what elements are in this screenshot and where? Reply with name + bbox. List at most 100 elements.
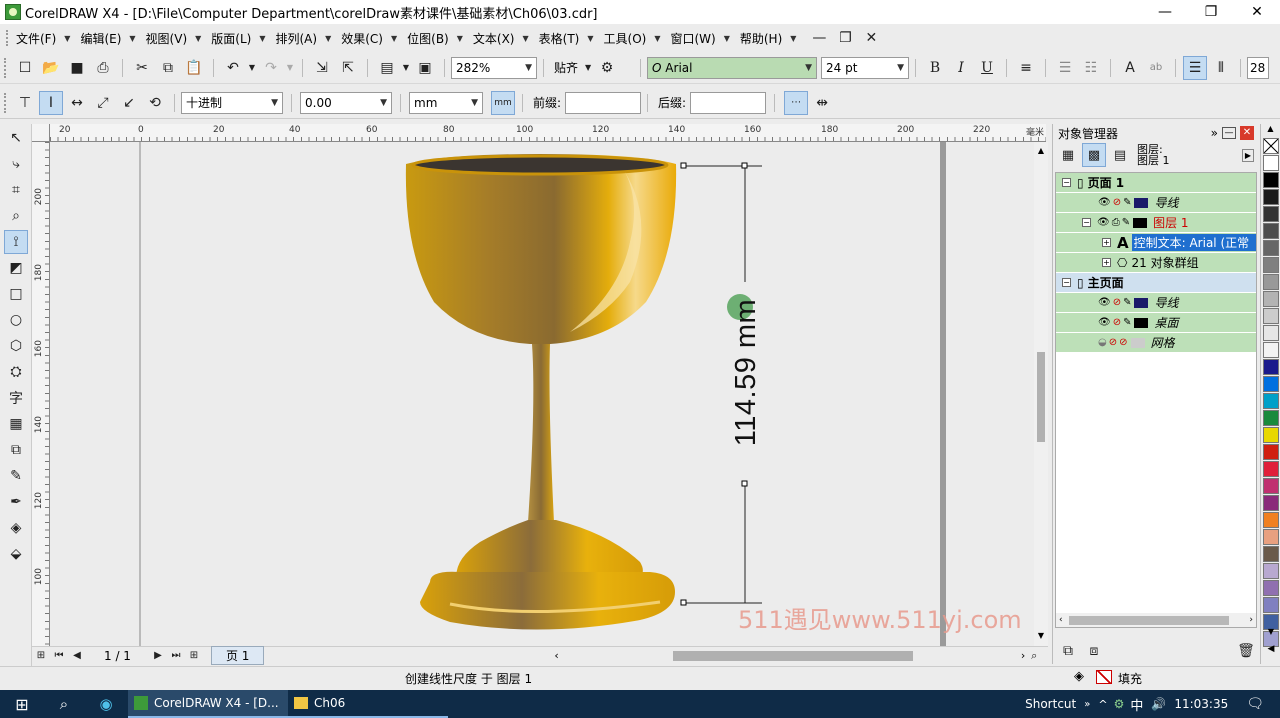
new-master-layer-icon[interactable]: ⧈: [1082, 639, 1106, 663]
cut-icon[interactable]: ✂: [130, 56, 154, 80]
menu-layout[interactable]: 版面(L) ▼: [211, 30, 265, 47]
polygon-tool-icon[interactable]: ⬡: [4, 334, 28, 358]
bold-button[interactable]: B: [923, 56, 947, 80]
taskbar-folder[interactable]: Ch06: [288, 690, 448, 718]
launcher-dropdown-icon[interactable]: ▼: [401, 56, 411, 80]
underline-button[interactable]: U: [975, 56, 999, 80]
undo-icon[interactable]: ↶: [221, 56, 245, 80]
hscroll-thumb[interactable]: [672, 650, 913, 661]
print-disabled-icon[interactable]: ⊘: [1109, 337, 1117, 348]
tree-guides[interactable]: 👁 ⊘ ✎ 导线: [1056, 193, 1256, 212]
italic-button[interactable]: I: [949, 56, 973, 80]
palette-swatch[interactable]: [1263, 240, 1279, 256]
edit-pen-icon[interactable]: ✎: [1123, 297, 1131, 308]
options-icon[interactable]: ⚙: [595, 56, 619, 80]
drawing-canvas[interactable]: 114.59 mm 511遇见www.511yj.com: [50, 142, 1034, 646]
edit-disabled-icon[interactable]: ⊘: [1119, 337, 1127, 348]
crop-tool-icon[interactable]: ⌗: [4, 178, 28, 202]
tray-app-icon[interactable]: ⚙: [1114, 697, 1125, 711]
shape-tool-icon[interactable]: ⤷: [4, 152, 28, 176]
printer-icon[interactable]: ⎙: [1112, 217, 1120, 228]
edit-pen-icon[interactable]: ✎: [1122, 217, 1130, 228]
docker-menu-icon[interactable]: ▶: [1241, 148, 1254, 162]
interactive-blend-icon[interactable]: ⧉: [4, 438, 28, 462]
palette-swatch[interactable]: [1263, 495, 1279, 511]
redo-icon[interactable]: ↷: [259, 56, 283, 80]
vertical-ruler[interactable]: 200 180 160 140 120 100: [32, 142, 50, 646]
dynamic-dimension-icon[interactable]: ⋯: [784, 90, 809, 115]
copy-icon[interactable]: ⧉: [156, 56, 180, 80]
doc-restore-button[interactable]: ❐: [833, 26, 857, 50]
ruler-origin[interactable]: [32, 124, 50, 142]
palette-swatch[interactable]: [1263, 512, 1279, 528]
dimension-style-select[interactable]: 十进制 ▼: [181, 91, 283, 114]
palette-swatch[interactable]: [1263, 155, 1279, 171]
scroll-down-icon[interactable]: ▼: [1034, 631, 1048, 640]
edit-across-layers-icon[interactable]: ▩: [1082, 143, 1106, 167]
palette-swatch[interactable]: [1263, 308, 1279, 324]
clock-time[interactable]: 11:03:35: [1174, 697, 1228, 711]
welcome-screen-icon[interactable]: ▣: [413, 56, 437, 80]
delete-layer-icon[interactable]: 🗑: [1234, 639, 1258, 663]
tree-page1[interactable]: − ▯ 页面 1: [1056, 173, 1256, 192]
notifications-icon[interactable]: 🗨: [1246, 696, 1264, 712]
palette-swatch[interactable]: [1263, 529, 1279, 545]
vertical-scrollbar[interactable]: ▲ ▼: [1034, 142, 1048, 646]
print-icon[interactable]: ⎙: [91, 56, 115, 80]
palette-swatch[interactable]: [1263, 478, 1279, 494]
zoom-tool-icon[interactable]: ⌕: [4, 204, 28, 228]
navigator-zoom-icon[interactable]: ⌕: [1026, 644, 1042, 668]
print-disabled-icon[interactable]: ⊘: [1113, 197, 1121, 208]
palette-swatch[interactable]: [1263, 563, 1279, 579]
scroll-thumb[interactable]: [1037, 352, 1045, 442]
tree-grid[interactable]: ◒ ⊘ ⊘ 网格: [1056, 333, 1256, 352]
menu-edit[interactable]: 编辑(E) ▼: [80, 30, 135, 47]
docker-minimize-icon[interactable]: —: [1222, 127, 1236, 139]
layer-manager-view-icon[interactable]: ▤: [1108, 143, 1132, 167]
new-layer-icon[interactable]: ⧉: [1056, 639, 1080, 663]
suffix-input[interactable]: [690, 91, 767, 114]
text-tool-icon[interactable]: 字: [4, 386, 28, 410]
tree-desktop[interactable]: 👁 ⊘ ✎ 桌面: [1056, 313, 1256, 332]
show-properties-icon[interactable]: ▦: [1056, 143, 1080, 167]
print-disabled-icon[interactable]: ⊘: [1113, 317, 1121, 328]
menu-tools[interactable]: 工具(O) ▼: [604, 30, 661, 47]
angular-dimension-icon[interactable]: ⟲: [143, 91, 167, 115]
eyedropper-icon[interactable]: ✎: [4, 464, 28, 488]
show-units-icon[interactable]: mm: [491, 90, 515, 115]
tree-master-page[interactable]: − ▯ 主页面: [1056, 273, 1256, 292]
table-tool-icon[interactable]: ▦: [4, 412, 28, 436]
toolbar-expand-icon[interactable]: »: [1084, 699, 1090, 710]
palette-swatch[interactable]: [1263, 189, 1279, 205]
drop-cap-icon[interactable]: ☷: [1079, 56, 1103, 80]
visibility-eye-icon[interactable]: 👁: [1098, 317, 1111, 328]
vertical-dimension-icon[interactable]: I: [39, 90, 63, 115]
palette-swatch[interactable]: [1263, 376, 1279, 392]
font-size-select[interactable]: 24 pt ▼: [821, 56, 910, 79]
maximize-button[interactable]: ❐: [1188, 0, 1234, 24]
snap-to-menu[interactable]: 贴齐: [554, 59, 578, 76]
character-formatting-icon[interactable]: A: [1118, 56, 1142, 80]
dimension-tool-icon[interactable]: ⟟: [4, 230, 28, 254]
export-icon[interactable]: ⇱: [336, 56, 360, 80]
application-launcher-icon[interactable]: ▤: [375, 56, 399, 80]
doc-minimize-button[interactable]: —: [807, 26, 831, 50]
palette-scroll-up-icon[interactable]: ▲: [1261, 124, 1280, 138]
palette-swatch[interactable]: [1263, 393, 1279, 409]
search-icon[interactable]: ⌕: [44, 695, 84, 713]
palette-swatch[interactable]: [1263, 325, 1279, 341]
font-list-select[interactable]: O Arial ▼: [647, 56, 818, 79]
tree-hscrollbar[interactable]: ‹ ›: [1056, 613, 1256, 627]
docker-close-icon[interactable]: ✕: [1240, 126, 1254, 140]
prev-page-icon[interactable]: ◀: [69, 644, 85, 668]
edit-pen-icon[interactable]: ✎: [1123, 317, 1131, 328]
tree-layer1[interactable]: − 👁 ⎙ ✎ 图层 1: [1056, 213, 1256, 232]
fill-none-swatch[interactable]: [1096, 670, 1112, 684]
volume-icon[interactable]: 🔊: [1151, 697, 1166, 711]
visibility-eye-icon[interactable]: 👁: [1098, 197, 1111, 208]
taskbar-coreldraw[interactable]: CorelDRAW X4 - [D...: [128, 690, 288, 718]
scroll-right-icon[interactable]: ›: [1021, 649, 1025, 662]
outline-pen-icon[interactable]: ✒: [4, 490, 28, 514]
menu-window[interactable]: 窗口(W) ▼: [670, 30, 729, 47]
first-page-icon[interactable]: ⏮: [51, 644, 67, 668]
